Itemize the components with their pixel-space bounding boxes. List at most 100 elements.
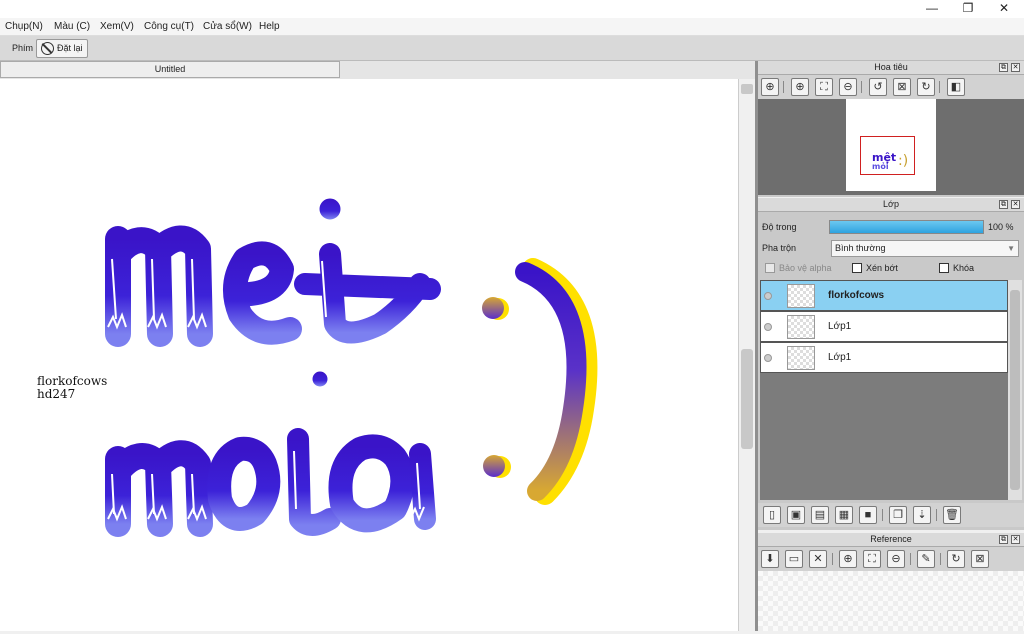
layers-toolbar: ▯ ▣ ▤ ▦ ■ ❐ ⇣ 🗑 <box>758 503 1024 527</box>
open-folder-icon[interactable]: ▭ <box>785 550 803 568</box>
layers-panel: Lớp ⧉ ✕ Độ trong 100 % Pha trộn Bình thư… <box>758 198 1024 530</box>
restore-button[interactable]: ❐ <box>950 0 986 18</box>
canvas[interactable]: florkofcows hd247 <box>0 79 738 631</box>
rotate-right-icon[interactable]: ↻ <box>917 78 935 96</box>
layer-row[interactable]: florkofcows <box>760 280 1008 311</box>
merge-down-icon[interactable]: ⇣ <box>913 506 931 524</box>
lock-checkbox[interactable] <box>939 263 949 273</box>
zoom-in-icon[interactable]: ⊕ <box>839 550 857 568</box>
chevron-down-icon: ▼ <box>1007 244 1015 253</box>
reference-panel: Reference ⧉ ✕ ⬇ ▭ ✕ ⊕ ⛶ ⊖ ✎ ↻ ⊠ <box>758 533 1024 631</box>
layers-scrollbar[interactable] <box>1008 280 1022 500</box>
fit-screen-icon[interactable]: ⛶ <box>863 550 881 568</box>
zoom-out-icon[interactable]: ⊖ <box>839 78 857 96</box>
protect-alpha-label: Bảo vệ alpha <box>779 263 832 273</box>
fit-screen-icon[interactable]: ⛶ <box>815 78 833 96</box>
e-hat <box>319 198 341 220</box>
zoom-out-icon[interactable]: ⊖ <box>887 550 905 568</box>
panel-close-icon[interactable]: ✕ <box>1011 535 1020 544</box>
blend-mode-select[interactable]: Bình thường ▼ <box>831 240 1019 257</box>
visibility-toggle[interactable] <box>764 323 772 331</box>
rotate-icon[interactable]: ↻ <box>947 550 965 568</box>
layer-name: Lớp1 <box>828 352 852 363</box>
canvas-vertical-scrollbar[interactable] <box>738 79 755 631</box>
navigator-panel: Hoa tiêu ⧉ ✕ ⊕ ⊕ ⛶ ⊖ ↺ ⊠ ↻ ◧ mệt mỏi :) <box>758 61 1024 197</box>
close-icon[interactable]: ✕ <box>809 550 827 568</box>
zoom-fit-icon[interactable]: ⊕ <box>761 78 779 96</box>
layer-row[interactable]: Lớp1 <box>760 342 1008 373</box>
close-button[interactable]: ✕ <box>986 0 1022 18</box>
actual-size-icon[interactable]: ⊠ <box>971 550 989 568</box>
layer-name: florkofcows <box>828 290 885 301</box>
menu-view[interactable]: Xem(V) <box>100 21 134 32</box>
viewport-frame[interactable] <box>860 136 915 175</box>
blend-label: Pha trộn <box>762 243 797 253</box>
layers-scroll-thumb[interactable] <box>1010 290 1020 490</box>
clipping-checkbox[interactable] <box>852 263 862 273</box>
layer-row[interactable]: Lớp1 <box>760 311 1008 342</box>
reference-title: Reference <box>870 534 912 544</box>
separator <box>861 81 862 93</box>
new-layer-icon[interactable]: ▯ <box>763 506 781 524</box>
reference-view[interactable] <box>758 571 1024 631</box>
navigator-toolbar: ⊕ ⊕ ⛶ ⊖ ↺ ⊠ ↻ ◧ <box>758 75 1024 99</box>
panel-close-icon[interactable]: ✕ <box>1011 63 1020 72</box>
import-image-icon[interactable]: ⬇ <box>761 550 779 568</box>
eyedropper-icon[interactable]: ✎ <box>917 550 935 568</box>
letter-o-2 <box>207 436 281 531</box>
menu-window[interactable]: Cửa sổ(W) <box>203 21 252 32</box>
layer-thumbnail <box>787 284 815 308</box>
popout-icon[interactable]: ⧉ <box>999 535 1008 544</box>
panel-close-icon[interactable]: ✕ <box>1011 200 1020 209</box>
minimize-button[interactable]: — <box>914 0 950 18</box>
zoom-in-icon[interactable]: ⊕ <box>791 78 809 96</box>
flip-icon[interactable]: ◧ <box>947 78 965 96</box>
layer-name: Lớp1 <box>828 321 852 332</box>
rotate-left-icon[interactable]: ↺ <box>869 78 887 96</box>
layers-title: Lớp <box>883 199 899 209</box>
new-vector-icon[interactable]: ▤ <box>811 506 829 524</box>
tool-options-bar: Phím Đặt lại <box>0 36 1024 61</box>
letter-e-1 <box>223 241 302 345</box>
menu-bar: Chụp(N) Màu (C) Xem(V) Công cụ(T) Cửa sổ… <box>0 18 1024 36</box>
layers-list: florkofcows Lớp1 Lớp1 <box>760 280 1008 500</box>
opacity-value: 100 % <box>988 222 1014 232</box>
popout-icon[interactable]: ⧉ <box>999 200 1008 209</box>
separator <box>939 81 940 93</box>
separator <box>882 509 883 521</box>
caption-line-2: hd247 <box>37 387 76 401</box>
layer-thumbnail <box>787 315 815 339</box>
duplicate-layer-icon[interactable]: ❐ <box>889 506 907 524</box>
scroll-up-arrow[interactable] <box>741 84 753 94</box>
opacity-label: Độ trong <box>762 222 797 232</box>
opacity-slider[interactable] <box>829 220 984 234</box>
paren <box>515 262 587 501</box>
actual-size-icon[interactable]: ⊠ <box>893 78 911 96</box>
delete-layer-icon[interactable]: 🗑 <box>943 506 961 524</box>
document-tab[interactable]: Untitled <box>0 61 340 78</box>
visibility-toggle[interactable] <box>764 292 772 300</box>
menu-color[interactable]: Màu (C) <box>54 21 90 32</box>
menu-tools[interactable]: Công cụ(T) <box>144 21 194 32</box>
letter-i-2 <box>287 428 341 536</box>
reset-button[interactable]: Đặt lại <box>36 39 88 58</box>
popout-icon[interactable]: ⧉ <box>999 63 1008 72</box>
lock-label: Khóa <box>953 263 975 273</box>
menu-capture[interactable]: Chụp(N) <box>5 21 43 32</box>
new-raster-icon[interactable]: ▣ <box>787 506 805 524</box>
window-titlebar: — ❐ ✕ <box>0 0 1024 18</box>
separator <box>910 553 911 565</box>
new-folder-icon[interactable]: ■ <box>859 506 877 524</box>
document-tab-strip: Untitled <box>0 61 755 79</box>
no-entry-icon <box>41 42 54 55</box>
reference-title-bar: Reference ⧉ ✕ <box>758 533 1024 547</box>
visibility-toggle[interactable] <box>764 354 772 362</box>
artwork-caption: florkofcows hd247 <box>37 375 107 401</box>
navigator-preview[interactable]: mệt mỏi :) <box>758 99 1024 195</box>
layer-thumbnail <box>787 346 815 370</box>
new-fill-icon[interactable]: ▦ <box>835 506 853 524</box>
protect-alpha-checkbox[interactable] <box>765 263 775 273</box>
scroll-thumb[interactable] <box>741 349 753 449</box>
layers-title-bar: Lớp ⧉ ✕ <box>758 198 1024 212</box>
menu-help[interactable]: Help <box>259 21 280 32</box>
